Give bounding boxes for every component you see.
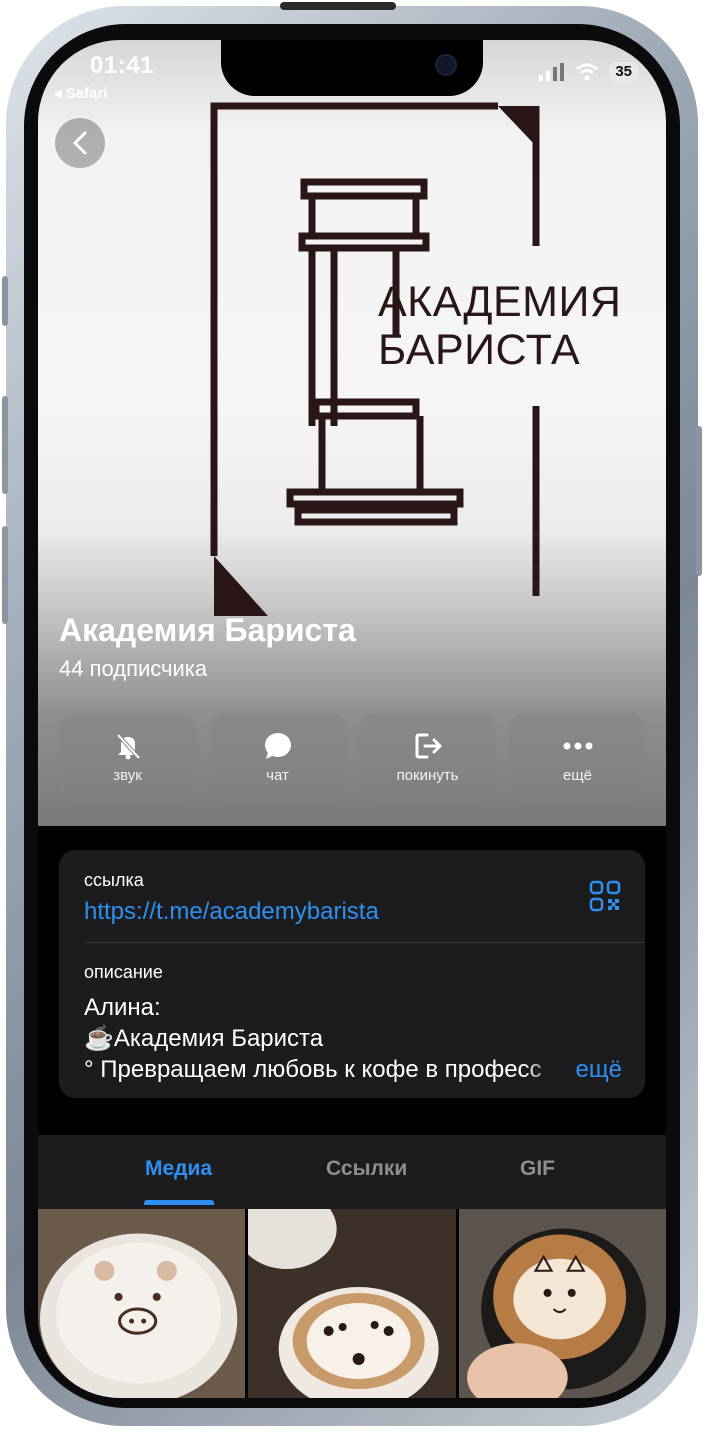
subscriber-count: 44 подписчика: [59, 656, 208, 681]
media-tabs: Медиа Ссылки GIF: [38, 1135, 666, 1209]
tab-gif[interactable]: GIF: [520, 1157, 555, 1181]
description-more-link[interactable]: ещё: [569, 1056, 622, 1084]
more-label: ещё: [562, 766, 593, 784]
chat-bubble-icon: [264, 732, 291, 759]
back-button[interactable]: [55, 118, 105, 168]
volume-up-button: [2, 396, 8, 494]
media-thumbnail-cat[interactable]: [458, 1209, 666, 1398]
description-line-2: ☕Академия Бариста: [84, 1025, 324, 1052]
chat-button[interactable]: чат: [209, 713, 346, 801]
mute-button[interactable]: звук: [59, 713, 196, 801]
description-label: описание: [84, 962, 163, 982]
screen: АКАДЕМИЯ БАРИСТА 01:41 ◂ Safari 35 Акаде…: [38, 40, 666, 1398]
mute-switch: [2, 276, 8, 326]
action-buttons: звук чат покинуть ещё: [59, 713, 646, 801]
channel-info-card: ссылка https://t.me/academybarista описа…: [59, 850, 645, 1098]
description-line-3: ° Превращаем любовь к кофе в професс: [84, 1056, 542, 1083]
wifi-icon: [576, 63, 599, 81]
tab-links[interactable]: Ссылки: [326, 1157, 407, 1181]
leave-button[interactable]: покинуть: [359, 713, 496, 801]
notch: [221, 40, 483, 96]
power-button: [696, 426, 702, 576]
text-fade: [524, 1056, 564, 1086]
back-to-app-link[interactable]: ◂ Safari: [54, 84, 107, 102]
status-time: 01:41: [90, 52, 154, 79]
front-camera: [435, 54, 457, 76]
media-thumbnail-bears[interactable]: [248, 1209, 456, 1398]
leave-icon: [415, 733, 441, 758]
more-button[interactable]: ещё: [509, 713, 646, 801]
signal-icon: [539, 63, 565, 81]
description-line-1: Алина:: [84, 994, 161, 1021]
media-thumbnail-pig[interactable]: [38, 1209, 246, 1398]
channel-title: Академия Бариста: [59, 612, 356, 648]
volume-down-button: [2, 526, 8, 624]
latte-art-bears-image: [248, 1209, 456, 1398]
qr-code-icon[interactable]: [589, 880, 621, 912]
active-tab-indicator: [144, 1200, 214, 1205]
latte-art-cat-image: [458, 1209, 666, 1398]
leave-label: покинуть: [396, 766, 459, 784]
link-label: ссылка: [84, 870, 144, 890]
channel-link[interactable]: https://t.me/academybarista: [84, 898, 379, 926]
speaker-grille: [280, 2, 396, 10]
tab-media[interactable]: Медиа: [145, 1157, 212, 1181]
latte-art-pig-image: [38, 1209, 246, 1398]
bell-slash-icon: [116, 733, 140, 759]
info-divider: [84, 942, 645, 943]
status-icons: 35: [539, 62, 638, 82]
chevron-left-icon: [73, 131, 87, 155]
media-grid: [38, 1209, 666, 1398]
more-icon: [563, 742, 592, 749]
logo-text: АКАДЕМИЯ БАРИСТА: [378, 278, 622, 374]
mute-label: звук: [113, 766, 142, 784]
chat-label: чат: [266, 766, 289, 784]
channel-header: АКАДЕМИЯ БАРИСТА 01:41 ◂ Safari 35 Акаде…: [38, 40, 666, 826]
battery-indicator: 35: [609, 62, 638, 82]
